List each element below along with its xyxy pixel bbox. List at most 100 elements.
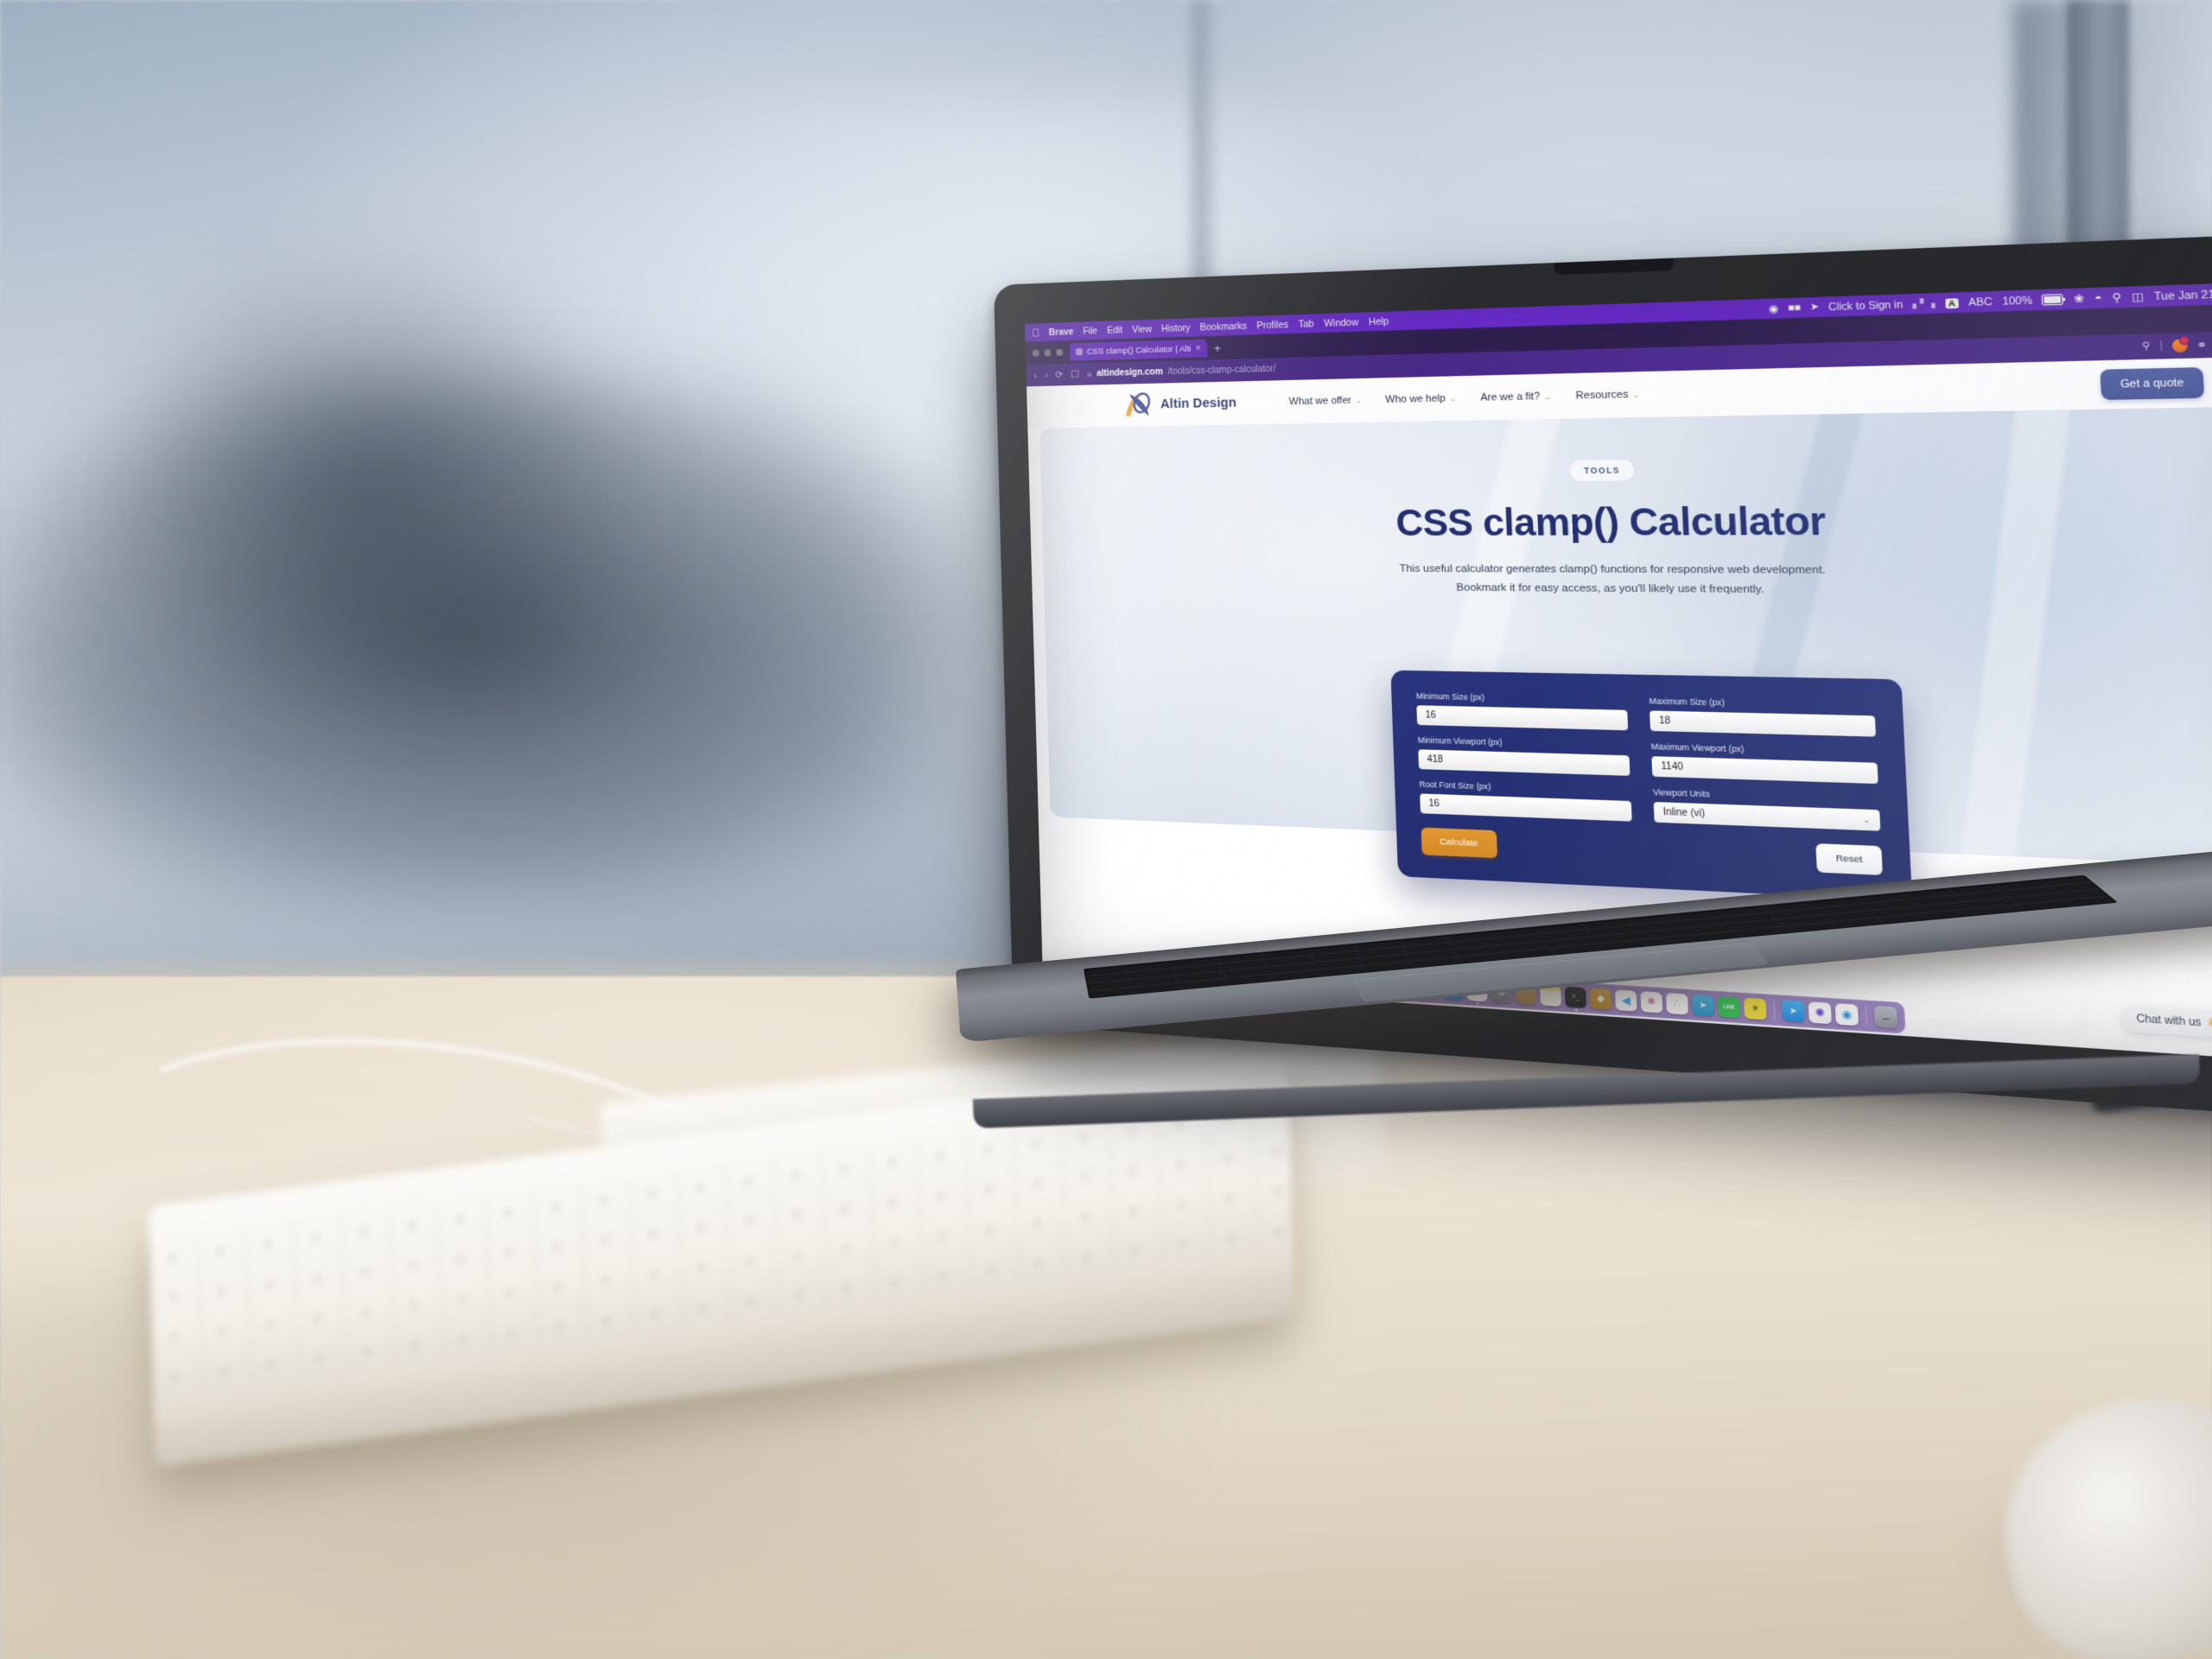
brave-lion-icon[interactable] <box>2171 335 2190 353</box>
maximum-size-input[interactable]: 18 <box>1649 710 1877 737</box>
wifi-icon[interactable]: ◓ <box>2094 292 2103 304</box>
field-root-font-size: Root Font Size (px) 16 <box>1420 779 1632 822</box>
waving-hand-icon: 👋 <box>2206 1017 2212 1030</box>
dock-item-vs-code[interactable]: ◀ <box>1614 989 1637 1012</box>
field-label: Maximum Size (px) <box>1649 696 1726 708</box>
calculator-fields-grid: Minimum Size (px) 16 Maximum Size (px) 1… <box>1416 691 1881 840</box>
stats-icon[interactable]: ▖▘▗ <box>1912 298 1936 309</box>
viewport-units-select[interactable]: Inline (vi) ⌄ <box>1653 802 1881 831</box>
tab-favicon <box>1075 348 1083 356</box>
dock-item-slack[interactable]: ❄ <box>1640 991 1663 1014</box>
menubar-item-profiles[interactable]: Profiles <box>1256 319 1288 331</box>
maximum-viewport-input[interactable]: 1140 <box>1651 756 1878 785</box>
viewport-units-value: Inline (vi) <box>1662 807 1706 820</box>
minimize-window-button[interactable] <box>1044 349 1052 357</box>
menubar-item-view[interactable]: View <box>1132 323 1152 334</box>
chevron-down-icon: ⌄ <box>1449 393 1457 404</box>
nav-item-resources[interactable]: Resources ⌄ <box>1575 389 1641 402</box>
search-icon[interactable]: ⚲ <box>2112 291 2121 304</box>
altin-design-logo-icon <box>1125 390 1154 421</box>
dropbox-icon[interactable]: ■■ <box>1788 302 1801 314</box>
reset-button[interactable]: Reset <box>1815 843 1883 875</box>
root-font-size-input[interactable]: 16 <box>1420 793 1632 822</box>
grammarly-icon[interactable]: ◉ <box>1768 302 1778 315</box>
nav-item-are-we-a-fit[interactable]: Are we a fit? ⌄ <box>1480 391 1552 403</box>
search-icon[interactable]: ⚲ <box>2142 340 2152 352</box>
chevron-down-icon: ⌄ <box>1543 391 1552 401</box>
dock-item-sublime-text[interactable]: ◆ <box>1589 988 1612 1010</box>
background-dark-blur-2 <box>104 259 639 709</box>
field-minimum-size: Minimum Size (px) 16 <box>1415 690 1629 731</box>
window-traffic-lights[interactable] <box>1032 348 1064 357</box>
menubar-item-help[interactable]: Help <box>1369 315 1389 327</box>
clamp-calculator-card: Minimum Size (px) 16 Maximum Size (px) 1… <box>1390 670 1913 901</box>
field-label: Root Font Size (px) <box>1419 779 1491 791</box>
dock-separator <box>1773 1000 1776 1021</box>
bookmark-icon[interactable]: ☐ <box>1071 368 1079 380</box>
dock-item-trash[interactable]: ⚊ <box>1873 1005 1898 1029</box>
nav-item-what-we-offer[interactable]: What we offer ⌄ <box>1289 395 1363 407</box>
dock-item-asana[interactable]: ∴ <box>1665 992 1689 1015</box>
nav-label: Who we help <box>1385 392 1446 406</box>
menubar-datetime[interactable]: Tue Jan 21 2:34 PM <box>2154 287 2212 302</box>
site-logo[interactable]: Altin Design <box>1121 388 1237 421</box>
menubar-item-file[interactable]: File <box>1083 326 1097 337</box>
input-source-label[interactable]: ABC <box>1968 296 1993 308</box>
input-source-badge[interactable]: A <box>1944 297 1960 308</box>
forward-button[interactable]: › <box>1045 370 1048 380</box>
back-button[interactable]: ‹ <box>1033 370 1037 380</box>
control-center-icon[interactable]: ◫ <box>2132 290 2145 304</box>
page-title: CSS clamp() Calculator <box>1395 500 1827 544</box>
chevron-down-icon: ⌄ <box>1631 389 1641 399</box>
close-icon[interactable]: × <box>1195 343 1200 353</box>
reload-button[interactable]: ⟳ <box>1055 369 1063 380</box>
dock-item-bluesky[interactable]: ✺ <box>1808 1001 1832 1025</box>
dock-item-telegram[interactable]: ➤ <box>1691 994 1715 1017</box>
dock-separator-2 <box>1865 1006 1868 1027</box>
nav-label: Resources <box>1575 389 1629 402</box>
site-nav: What we offer ⌄ Who we help ⌄ Are we a f… <box>1289 389 1641 407</box>
calculate-button[interactable]: Calculate <box>1421 827 1497 859</box>
browser-tab-active[interactable]: CSS clamp() Calculator | Alti × <box>1069 339 1208 361</box>
bluetooth-icon[interactable]: ❀ <box>2074 292 2085 305</box>
hero-badge: TOOLS <box>1569 459 1635 481</box>
field-maximum-viewport: Maximum Viewport (px) 1140 <box>1651 741 1878 785</box>
dock-item-line[interactable]: LINE <box>1717 995 1741 1019</box>
brave-shields-icon[interactable]: ≡ <box>1087 370 1092 378</box>
site-logo-text: Altin Design <box>1160 396 1237 412</box>
close-window-button[interactable] <box>1032 349 1039 357</box>
battery-icon[interactable] <box>2042 294 2064 306</box>
battery-percent-label[interactable]: 100% <box>2002 295 2032 308</box>
photo-scene:  Brave File Edit View History Bookmarks… <box>0 0 2212 1659</box>
menubar-item-window[interactable]: Window <box>1324 317 1358 329</box>
address-host: altindesign.com <box>1096 366 1163 379</box>
apple-icon[interactable]:  <box>1032 327 1039 339</box>
menubar-item-tab[interactable]: Tab <box>1298 318 1313 329</box>
chevron-down-icon: ⌄ <box>1862 815 1871 825</box>
field-maximum-size: Maximum Size (px) 18 <box>1649 696 1877 737</box>
get-a-quote-button[interactable]: Get a quote <box>2100 366 2205 400</box>
nav-label: What we offer <box>1288 395 1352 408</box>
nav-item-who-we-help[interactable]: Who we help ⌄ <box>1385 392 1457 406</box>
menubar-item-history[interactable]: History <box>1161 322 1191 334</box>
chat-prompt-pill[interactable]: Chat with us 👋 <box>2120 1004 2212 1039</box>
airplay-icon[interactable]: ➤ <box>1810 302 1820 313</box>
chat-prompt-text: Chat with us <box>2136 1013 2202 1029</box>
menubar-sign-in-label[interactable]: Click to Sign in <box>1828 299 1904 313</box>
browser-toolbar-right: ⚲ | ⚭ <box>2142 335 2212 355</box>
maximize-window-button[interactable] <box>1056 348 1064 357</box>
dock-item-safari[interactable]: ◉ <box>1834 1003 1859 1027</box>
dock-item-terminal[interactable]: >_ <box>1564 986 1587 1012</box>
new-tab-button[interactable]: + <box>1214 341 1221 355</box>
minimum-size-input[interactable]: 16 <box>1416 705 1629 731</box>
menubar-item-brave[interactable]: Brave <box>1049 326 1074 337</box>
menubar-item-edit[interactable]: Edit <box>1107 325 1122 336</box>
minimum-viewport-input[interactable]: 418 <box>1418 749 1630 776</box>
menubar-item-bookmarks[interactable]: Bookmarks <box>1199 321 1247 333</box>
dock-item-kakaotalk[interactable]: ☀ <box>1744 997 1767 1020</box>
field-viewport-units: Viewport Units Inline (vi) ⌄ <box>1653 787 1881 831</box>
brave-rewards-icon[interactable]: ⚭ <box>2196 339 2208 353</box>
running-indicator <box>1476 1001 1479 1005</box>
dock-item-framer[interactable]: ➤ <box>1781 1000 1805 1023</box>
field-label: Minimum Size (px) <box>1415 690 1485 702</box>
